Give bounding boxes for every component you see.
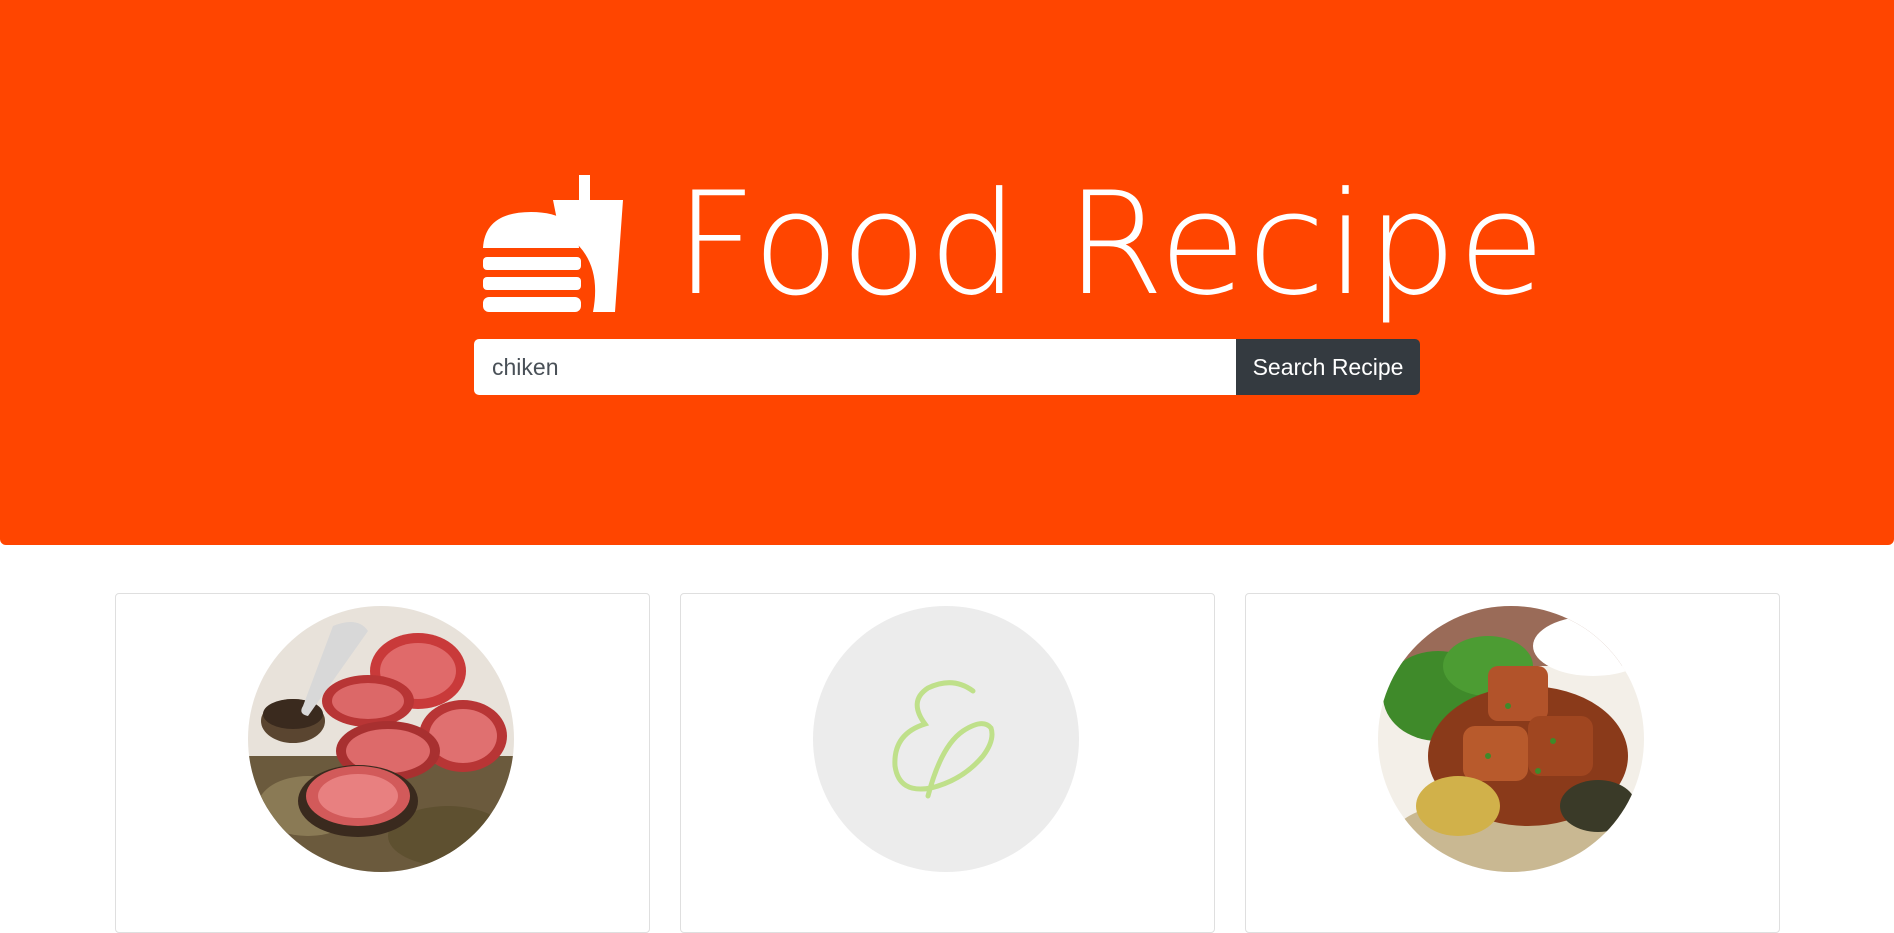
search-recipe-button[interactable]: Search Recipe bbox=[1236, 339, 1420, 395]
curry-chicken-photo[interactable] bbox=[1378, 606, 1644, 872]
app-title: Food Recipe bbox=[675, 162, 1547, 327]
sliced-steak-photo[interactable] bbox=[248, 606, 514, 872]
brand: Food Recipe bbox=[483, 150, 1546, 340]
search-form: Search Recipe bbox=[474, 339, 1420, 395]
hero-banner: Food Recipe Search Recipe bbox=[0, 0, 1894, 545]
recipe-results bbox=[115, 593, 1780, 933]
placeholder-ampersand-image[interactable] bbox=[813, 606, 1079, 872]
search-input[interactable] bbox=[474, 339, 1236, 395]
recipe-card[interactable] bbox=[115, 593, 650, 933]
recipe-card[interactable] bbox=[680, 593, 1215, 933]
recipe-card[interactable] bbox=[1245, 593, 1780, 933]
burger-drink-icon bbox=[483, 175, 623, 312]
